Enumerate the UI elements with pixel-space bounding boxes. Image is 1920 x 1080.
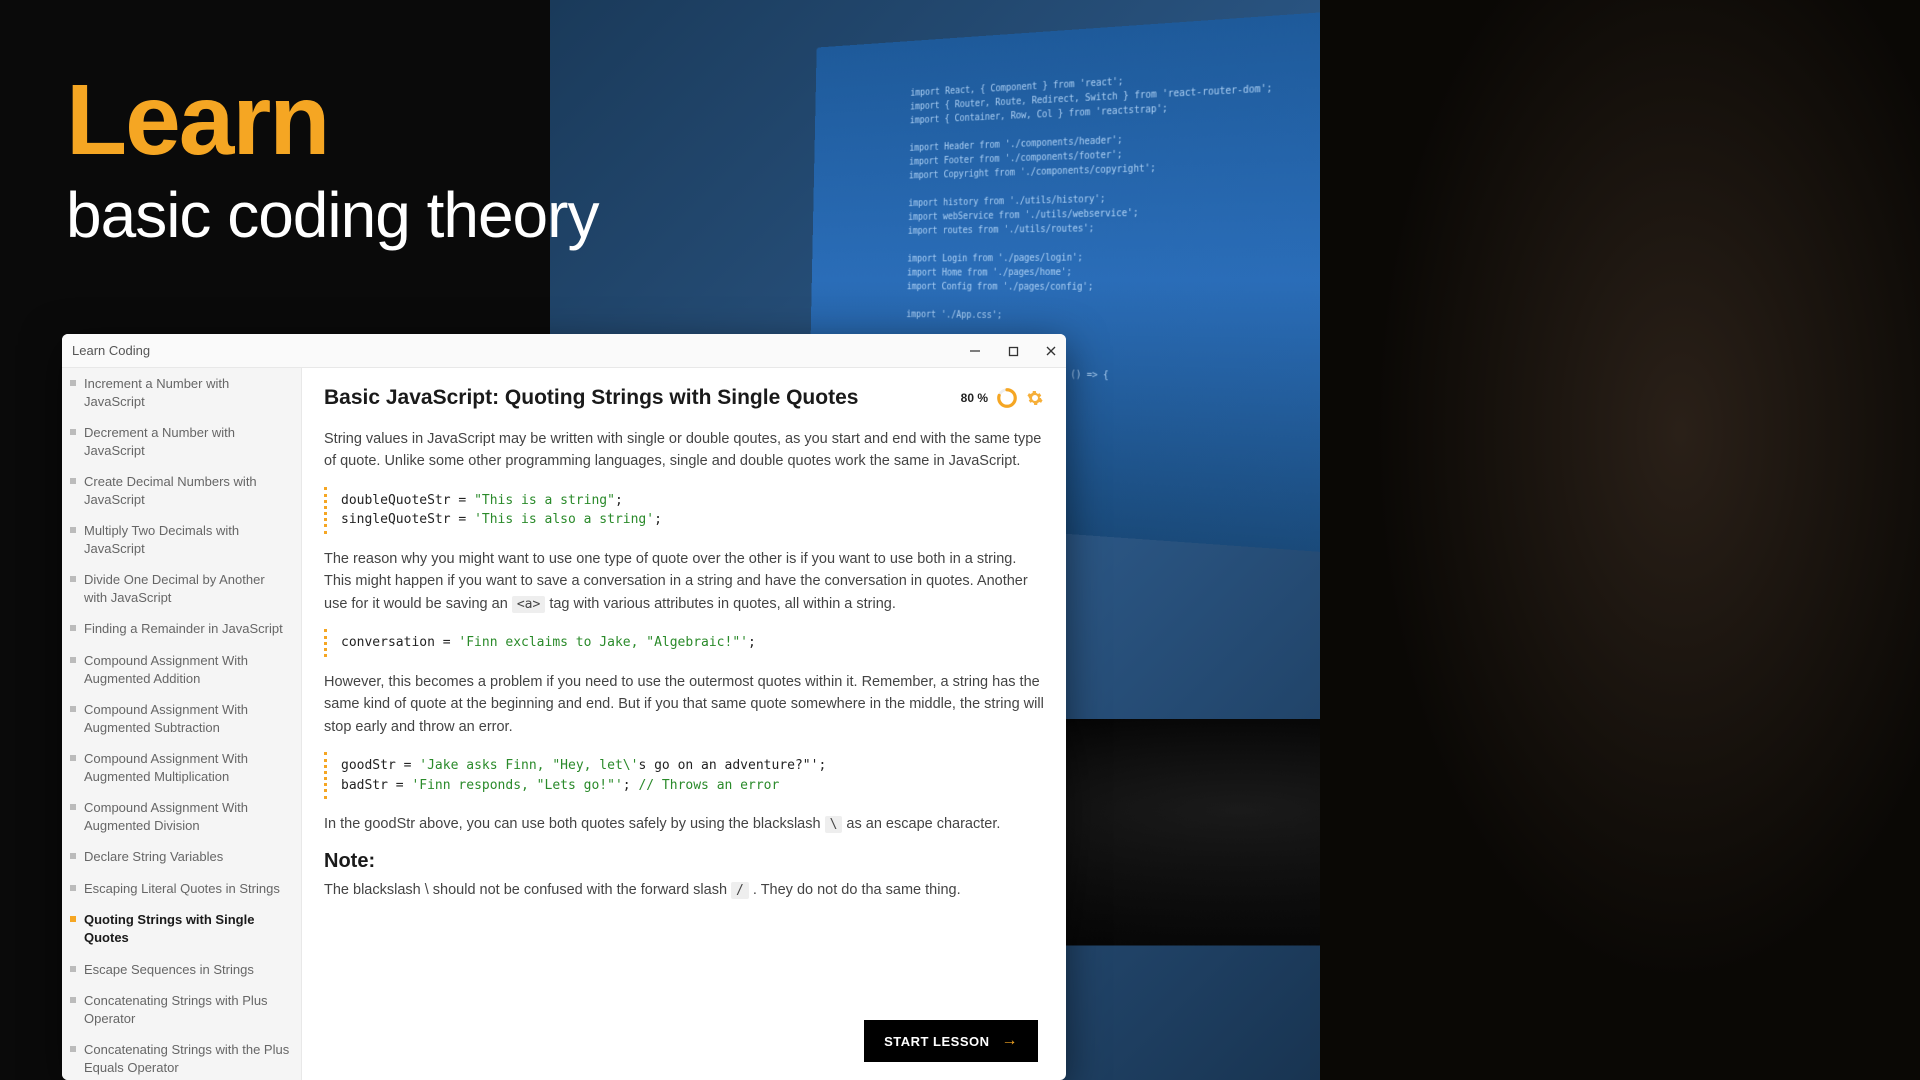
sidebar-item-label: Compound Assignment With Augmented Multi… [84,750,291,785]
person-silhouette [1320,0,1920,1080]
lesson-header: Basic JavaScript: Quoting Strings with S… [324,386,1044,410]
sidebar-marker [70,966,76,972]
minimize-button[interactable] [966,342,984,360]
sidebar-item-6[interactable]: Compound Assignment With Augmented Addit… [62,645,301,694]
note-heading: Note: [324,850,1044,873]
hero-subtitle: basic coding theory [66,178,598,252]
sidebar-item-label: Escape Sequences in Strings [84,961,254,979]
sidebar-item-label: Multiply Two Decimals with JavaScript [84,522,291,557]
progress-ring-icon [996,387,1018,409]
sidebar-item-label: Increment a Number with JavaScript [84,375,291,410]
lesson-sidebar[interactable]: Increment a Number with JavaScript Decrem… [62,368,302,1080]
window-controls [966,334,1060,368]
inline-code-a-tag: <a> [512,596,545,613]
code-block-3: goodStr = 'Jake asks Finn, "Hey, let\'s … [324,752,1044,799]
progress-area: 80 % [961,387,1044,409]
lesson-para-3: However, this becomes a problem if you n… [324,671,1044,738]
sidebar-item-5[interactable]: Finding a Remainder in JavaScript [62,613,301,645]
app-body: Increment a Number with JavaScript Decrem… [62,368,1066,1080]
sidebar-marker [70,885,76,891]
sidebar-item-4[interactable]: Divide One Decimal by Another with JavaS… [62,564,301,613]
arrow-right-icon: → [1002,1032,1019,1050]
close-button[interactable] [1042,342,1060,360]
app-window: Learn Coding Increment a Number with Jav… [62,334,1066,1080]
sidebar-item-label: Compound Assignment With Augmented Subtr… [84,701,291,736]
sidebar-item-13[interactable]: Escape Sequences in Strings [62,954,301,986]
lesson-para-5: The blackslash \ should not be confused … [324,879,1044,901]
start-button-label: START LESSON [884,1034,989,1049]
sidebar-item-label: Create Decimal Numbers with JavaScript [84,473,291,508]
sidebar-item-11[interactable]: Escaping Literal Quotes in Strings [62,873,301,905]
code-block-2: conversation = 'Finn exclaims to Jake, "… [324,629,1044,657]
sidebar-marker [70,527,76,533]
sidebar-marker [70,1046,76,1052]
lesson-para-2: The reason why you might want to use one… [324,548,1044,615]
sidebar-item-label: Compound Assignment With Augmented Divis… [84,799,291,834]
lesson-content: Basic JavaScript: Quoting Strings with S… [302,368,1066,1080]
sidebar-item-9[interactable]: Compound Assignment With Augmented Divis… [62,792,301,841]
sidebar-marker [70,380,76,386]
sidebar-item-12[interactable]: Quoting Strings with Single Quotes [62,904,301,953]
sidebar-item-2[interactable]: Create Decimal Numbers with JavaScript [62,466,301,515]
sidebar-marker [70,916,76,922]
code-block-1: doubleQuoteStr = "This is a string"; sin… [324,487,1044,534]
sidebar-marker [70,755,76,761]
start-lesson-button[interactable]: START LESSON → [864,1020,1038,1062]
sidebar-marker [70,576,76,582]
sidebar-item-15[interactable]: Concatenating Strings with the Plus Equa… [62,1034,301,1080]
sidebar-item-label: Compound Assignment With Augmented Addit… [84,652,291,687]
sidebar-item-label: Escaping Literal Quotes in Strings [84,880,280,898]
sidebar-marker [70,657,76,663]
sidebar-item-label: Finding a Remainder in JavaScript [84,620,283,638]
sidebar-item-label: Decrement a Number with JavaScript [84,424,291,459]
settings-icon[interactable] [1026,389,1044,407]
lesson-para-4: In the goodStr above, you can use both q… [324,813,1044,835]
sidebar-item-7[interactable]: Compound Assignment With Augmented Subtr… [62,694,301,743]
sidebar-item-8[interactable]: Compound Assignment With Augmented Multi… [62,743,301,792]
sidebar-item-label: Concatenating Strings with the Plus Equa… [84,1041,291,1076]
hero-text: Learn basic coding theory [66,70,598,252]
sidebar-marker [70,625,76,631]
sidebar-item-label: Divide One Decimal by Another with JavaS… [84,571,291,606]
inline-code-backslash: \ [825,816,843,833]
hero-learn: Learn [66,70,598,170]
lesson-para-1: String values in JavaScript may be writt… [324,428,1044,473]
sidebar-item-1[interactable]: Decrement a Number with JavaScript [62,417,301,466]
sidebar-marker [70,853,76,859]
titlebar[interactable]: Learn Coding [62,334,1066,368]
sidebar-item-10[interactable]: Declare String Variables [62,841,301,873]
sidebar-item-3[interactable]: Multiply Two Decimals with JavaScript [62,515,301,564]
progress-percent: 80 % [961,391,988,405]
lesson-title: Basic JavaScript: Quoting Strings with S… [324,386,858,410]
sidebar-item-0[interactable]: Increment a Number with JavaScript [62,368,301,417]
sidebar-item-14[interactable]: Concatenating Strings with Plus Operator [62,985,301,1034]
maximize-button[interactable] [1004,342,1022,360]
sidebar-item-label: Quoting Strings with Single Quotes [84,911,291,946]
sidebar-marker [70,997,76,1003]
sidebar-marker [70,478,76,484]
sidebar-marker [70,706,76,712]
window-title: Learn Coding [72,343,150,358]
inline-code-fwdslash: / [731,882,749,899]
sidebar-marker [70,429,76,435]
sidebar-marker [70,804,76,810]
sidebar-item-label: Declare String Variables [84,848,223,866]
sidebar-item-label: Concatenating Strings with Plus Operator [84,992,291,1027]
